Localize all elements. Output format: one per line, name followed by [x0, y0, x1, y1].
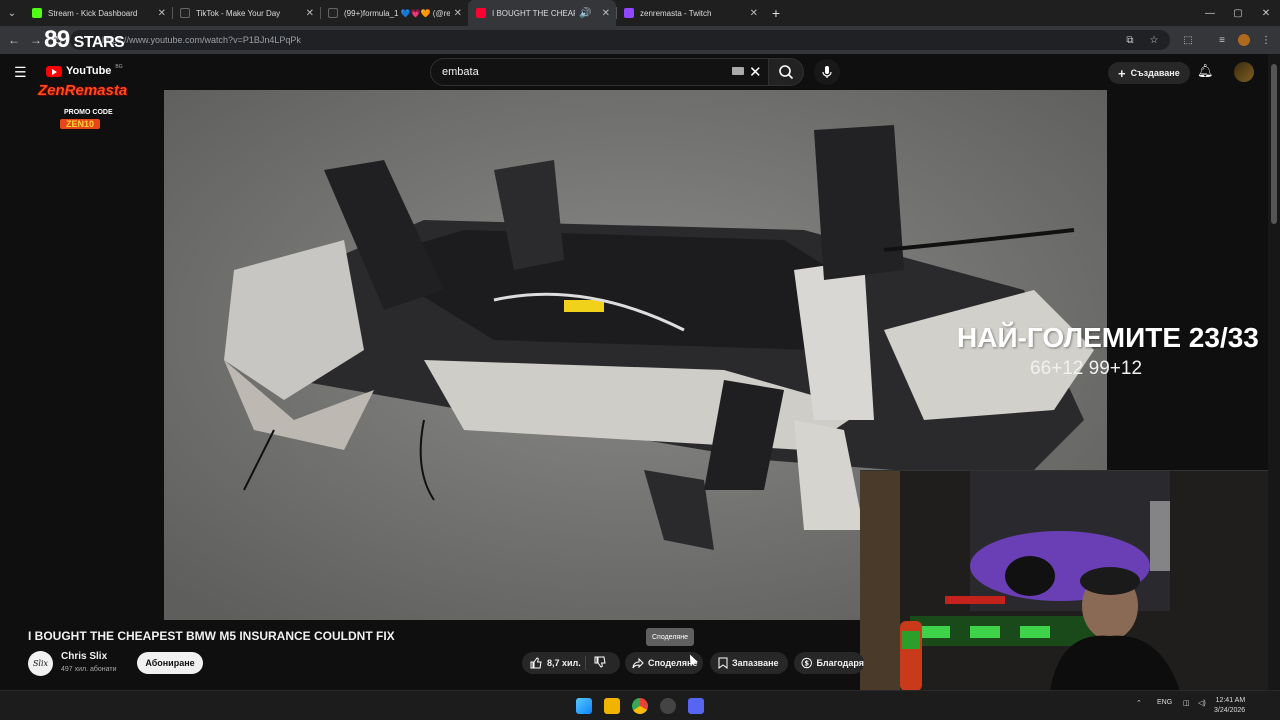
browser-toolbar-icons: ⧉ ☆ ⬚ ≡ ⋮	[1122, 26, 1274, 54]
tiktok-favicon-icon	[328, 8, 338, 18]
address-bar[interactable]: https://www.youtube.com/watch?v=P1BJn4LP…	[70, 30, 1170, 50]
network-icon[interactable]: ◫	[1183, 699, 1190, 707]
search-input[interactable]: embata	[430, 58, 770, 86]
bookmark-star-icon[interactable]: ☆	[1146, 32, 1162, 48]
promo-label: PROMO CODE	[64, 109, 113, 116]
volume-icon[interactable]: ◁)	[1198, 699, 1206, 707]
like-dislike-group: 8,7 хил.	[522, 652, 620, 674]
like-count: 8,7 хил.	[547, 658, 581, 668]
browser-tab-youtube[interactable]: I BOUGHT THE CHEAPEST B… 🔊 ✕	[468, 0, 616, 26]
youtube-favicon-icon	[476, 8, 486, 18]
obs-icon[interactable]	[660, 698, 676, 714]
dislike-button[interactable]	[586, 656, 606, 670]
promo-code: ZEN10	[60, 119, 101, 129]
svg-text:$: $	[804, 659, 809, 667]
browser-tab-tiktok[interactable]: TikTok - Make Your Day ✕	[172, 0, 320, 26]
tray-overflow-icon[interactable]: ⌃	[1136, 699, 1142, 707]
close-window-icon[interactable]: ✕	[1252, 0, 1280, 26]
subscribe-button[interactable]: Абониране	[137, 652, 203, 674]
thumbs-down-icon	[594, 656, 606, 668]
kick-favicon-icon	[32, 8, 42, 18]
stream-overlay-subline: 66+12 99+12	[1030, 358, 1143, 379]
bookmark-icon	[718, 657, 728, 669]
browser-tab-twitch[interactable]: zenremasta - Twitch ✕	[616, 0, 764, 26]
discord-icon[interactable]	[688, 698, 704, 714]
new-tab-button[interactable]: +	[764, 0, 788, 26]
plus-icon: +	[1118, 65, 1126, 81]
notifications-bell-icon[interactable]: 🔔︎	[1197, 63, 1214, 79]
youtube-header: ☰ YouTube BG embata ✕ + Създаване 🔔︎	[0, 54, 1268, 90]
input-language[interactable]: ENG	[1157, 699, 1172, 706]
thumbs-up-icon	[530, 657, 542, 669]
search-button[interactable]	[768, 58, 804, 86]
stars-badge: 89 STARS	[44, 26, 125, 54]
clear-search-icon[interactable]: ✕	[749, 63, 762, 81]
search-value: embata	[442, 66, 479, 78]
tiktok-favicon-icon	[180, 8, 190, 18]
windows-taskbar: ⌃ ENG ◫ ◁) 12:41 AM 3/24/2026	[0, 690, 1280, 720]
thanks-button[interactable]: $ Благодаря	[794, 652, 864, 674]
voice-search-button[interactable]	[814, 59, 840, 85]
windows-start-icon[interactable]	[576, 698, 592, 714]
stars-label: STARS	[73, 34, 125, 51]
system-clock[interactable]: 12:41 AM 3/24/2026	[1214, 696, 1245, 716]
tab-title: zenremasta - Twitch	[640, 8, 712, 18]
brand-wordmark: ZenRemasta	[38, 82, 128, 99]
tab-close-icon[interactable]: ✕	[602, 8, 610, 19]
tab-title: (99+)formula_1 💙💗🧡 (@re…	[344, 8, 450, 18]
stream-overlay-logo: 89 STARS ZenRemasta PROMO CODE ZEN10	[36, 26, 146, 136]
channel-name[interactable]: Chris Slix	[61, 651, 107, 662]
save-label: Запазване	[732, 658, 779, 668]
streamer-webcam	[860, 470, 1268, 690]
minimize-icon[interactable]: —	[1196, 0, 1224, 26]
menu-icon[interactable]: ☰	[14, 64, 27, 81]
tab-close-icon[interactable]: ✕	[750, 8, 758, 19]
tab-title: I BOUGHT THE CHEAPEST B…	[492, 8, 575, 18]
page-scrollbar[interactable]	[1268, 54, 1280, 690]
browser-tab-formula1[interactable]: (99+)formula_1 💙💗🧡 (@re… ✕	[320, 0, 468, 26]
video-title: I BOUGHT THE CHEAPEST BMW M5 INSURANCE C…	[28, 629, 395, 643]
file-explorer-icon[interactable]	[604, 698, 620, 714]
save-button[interactable]: Запазване	[710, 652, 788, 674]
window-controls: — ▢ ✕	[1196, 0, 1280, 26]
share-tooltip: Споделяне	[646, 628, 694, 646]
profile-avatar-icon[interactable]	[1238, 34, 1250, 46]
microphone-icon	[822, 66, 832, 78]
clock-date: 3/24/2026	[1214, 707, 1246, 714]
browser-toolbar: ← → ↻ https://www.youtube.com/watch?v=P1…	[0, 26, 1280, 54]
clock-time: 12:41 AM	[1215, 697, 1246, 704]
browser-tab-kick[interactable]: Stream - Kick Dashboard ✕	[24, 0, 172, 26]
tab-close-icon[interactable]: ✕	[158, 8, 166, 19]
account-avatar[interactable]	[1234, 62, 1254, 82]
stars-number: 89	[44, 26, 70, 53]
thanks-label: Благодаря	[816, 658, 864, 668]
keyboard-icon[interactable]	[732, 67, 744, 75]
maximize-icon[interactable]: ▢	[1224, 0, 1252, 26]
media-controls-icon[interactable]: ≡	[1214, 32, 1230, 48]
browser-tabstrip: ⌄ Stream - Kick Dashboard ✕ TikTok - Mak…	[0, 0, 1280, 26]
share-arrow-icon	[632, 657, 644, 669]
create-label: Създаване	[1130, 68, 1180, 78]
subscriber-count: 497 хил. абонати	[61, 666, 117, 673]
tab-title: Stream - Kick Dashboard	[48, 8, 138, 18]
tab-close-icon[interactable]: ✕	[454, 8, 462, 19]
create-button[interactable]: + Създаване	[1108, 62, 1190, 84]
tab-search-button[interactable]: ⌄	[0, 0, 24, 26]
channel-avatar[interactable]: Slix	[28, 651, 53, 676]
like-button[interactable]: 8,7 хил.	[522, 656, 586, 670]
back-button[interactable]: ←	[3, 26, 25, 54]
extensions-icon[interactable]: ⬚	[1180, 32, 1196, 48]
cast-icon[interactable]: ⧉	[1122, 32, 1138, 48]
webcam-feed	[860, 471, 1268, 690]
scrollbar-thumb[interactable]	[1271, 64, 1277, 224]
twitch-favicon-icon	[624, 8, 634, 18]
tab-title: TikTok - Make Your Day	[196, 8, 281, 18]
speaker-icon[interactable]: 🔊	[579, 8, 591, 19]
chrome-icon[interactable]	[632, 698, 648, 714]
browser-menu-icon[interactable]: ⋮	[1258, 32, 1274, 48]
stream-overlay-headline: НАЙ-ГОЛЕМИТЕ 23/33	[957, 322, 1259, 353]
super-thanks-icon: $	[801, 657, 812, 669]
tab-close-icon[interactable]: ✕	[306, 8, 314, 19]
search-icon	[779, 65, 794, 80]
